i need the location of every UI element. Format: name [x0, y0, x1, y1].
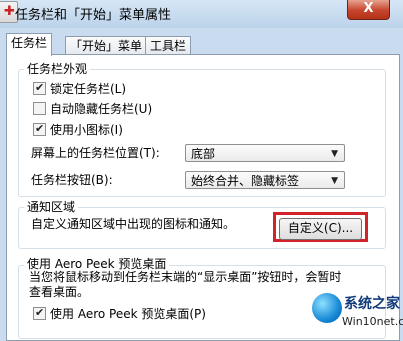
notify-group-title: 通知区域: [24, 200, 79, 214]
aero-peek-checkbox[interactable]: ✔ 使用 Aero Peek 预览桌面(P): [33, 306, 206, 322]
checkbox-label: 使用小图标(I): [50, 123, 123, 137]
peek-description-line1: 当您将鼠标移动到任务栏末端的“显示桌面”按钮时，会暂时: [29, 270, 342, 284]
buttons-label: 任务栏按钮(B):: [31, 173, 113, 187]
watermark-name: 系统之家: [344, 296, 400, 312]
buttons-value: 始终合并、隐藏标签: [191, 174, 300, 188]
auto-hide-checkbox[interactable]: 自动隐藏任务栏(U): [33, 101, 152, 117]
location-value: 底部: [191, 147, 216, 161]
checkbox-label: 自动隐藏任务栏(U): [50, 102, 153, 116]
dropdown-arrow-icon: ▼: [331, 176, 338, 186]
watermark-logo-icon: [312, 293, 342, 323]
tab-taskbar[interactable]: 任务栏: [6, 33, 53, 56]
tab-start-menu[interactable]: 「开始」菜单: [65, 36, 148, 55]
customize-button[interactable]: 自定义(C)...: [279, 218, 362, 240]
buttons-select[interactable]: 始终合并、隐藏标签 ▼: [185, 171, 345, 189]
small-icons-checkbox[interactable]: ✔ 使用小图标(I): [33, 122, 123, 138]
watermark-url: Win10net.com: [342, 315, 403, 328]
lock-taskbar-checkbox[interactable]: ✔ 锁定任务栏(L): [33, 81, 126, 97]
dropdown-arrow-icon: ▼: [331, 149, 338, 159]
checkbox-box: ✔: [33, 122, 46, 136]
appearance-group-title: 任务栏外观: [24, 62, 91, 76]
peek-description-line2: 查看桌面。: [29, 285, 90, 299]
location-label: 屏幕上的任务栏位置(T):: [31, 146, 160, 160]
checkbox-label: 使用 Aero Peek 预览桌面(P): [50, 307, 206, 321]
title-bar: ✚ 任务栏和「开始」菜单属性 X: [0, 0, 403, 28]
check-icon: ✔: [35, 122, 45, 135]
location-select[interactable]: 底部 ▼: [185, 144, 345, 162]
tab-toolbars[interactable]: 工具栏: [145, 36, 192, 55]
check-icon: ✔: [35, 306, 45, 319]
checkbox-box: ✔: [33, 306, 46, 320]
check-icon: ✔: [35, 81, 45, 94]
close-button[interactable]: X: [347, 0, 390, 20]
notify-description: 自定义通知区域中出现的图标和通知。: [31, 217, 236, 231]
checkbox-label: 锁定任务栏(L): [50, 82, 127, 96]
checkbox-box: ✔: [33, 81, 46, 95]
window-title: 任务栏和「开始」菜单属性: [15, 8, 172, 23]
checkbox-box: [33, 102, 46, 115]
watermark: 系统之家 Win10net.com: [312, 291, 403, 332]
